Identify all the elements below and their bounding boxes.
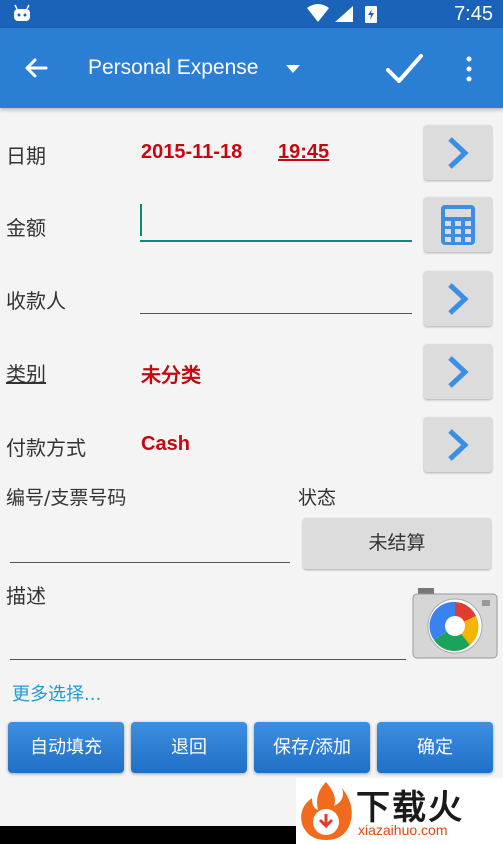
overflow-menu-icon[interactable] <box>462 56 476 82</box>
text-cursor <box>140 204 142 236</box>
category-value[interactable]: 未分类 <box>141 359 201 388</box>
check-number-input[interactable] <box>10 520 290 563</box>
chevron-right-icon <box>448 356 469 388</box>
date-picker-button[interactable] <box>424 125 492 180</box>
status-label: 状态 <box>298 487 337 509</box>
back-arrow-icon[interactable] <box>20 52 52 84</box>
check-number-label: 编号/支票号码 <box>6 487 127 509</box>
payment-method-label: 付款方式 <box>6 436 86 460</box>
signal-icon <box>335 6 353 22</box>
more-options-link[interactable]: 更多选择... <box>12 680 101 706</box>
payment-method-value[interactable]: Cash <box>141 433 190 456</box>
back-button[interactable]: 退回 <box>131 722 247 773</box>
payee-label: 收款人 <box>6 289 66 313</box>
time-value[interactable]: 19:45 <box>278 141 329 164</box>
payee-input[interactable] <box>140 280 412 314</box>
watermark: 下载火 xiazaihuo.com <box>296 778 503 844</box>
ok-button[interactable]: 确定 <box>377 722 493 773</box>
account-title[interactable]: Personal Expense <box>88 56 258 80</box>
chevron-right-icon <box>448 429 469 461</box>
checkmark-icon[interactable] <box>384 52 424 86</box>
category-picker-button[interactable] <box>424 344 492 399</box>
wifi-icon <box>307 4 329 22</box>
date-value[interactable]: 2015-11-18 <box>141 141 242 164</box>
payee-picker-button[interactable] <box>424 271 492 326</box>
category-label[interactable]: 类别 <box>6 358 46 387</box>
watermark-url: xiazaihuo.com <box>358 822 448 838</box>
calculator-button[interactable] <box>424 197 492 252</box>
status-bar: 7:45 <box>0 0 503 28</box>
description-label: 描述 <box>6 584 46 608</box>
clock: 7:45 <box>454 3 493 25</box>
android-icon <box>14 4 30 21</box>
status-button[interactable]: 未结算 <box>303 518 491 569</box>
payment-method-picker-button[interactable] <box>424 417 492 472</box>
autofill-button[interactable]: 自动填充 <box>8 722 124 773</box>
chevron-right-icon <box>448 283 469 315</box>
amount-label: 金额 <box>6 216 46 240</box>
amount-input[interactable] <box>140 200 412 242</box>
calculator-icon <box>441 205 475 245</box>
chevron-right-icon <box>448 137 469 169</box>
dropdown-arrow-icon[interactable] <box>285 64 301 74</box>
status-icons <box>307 4 377 23</box>
save-add-button[interactable]: 保存/添加 <box>254 722 370 773</box>
description-input[interactable] <box>10 616 406 660</box>
camera-icon[interactable] <box>412 588 498 660</box>
watermark-logo <box>301 782 352 840</box>
app-bar: Personal Expense <box>0 28 503 108</box>
date-label: 日期 <box>6 144 46 168</box>
